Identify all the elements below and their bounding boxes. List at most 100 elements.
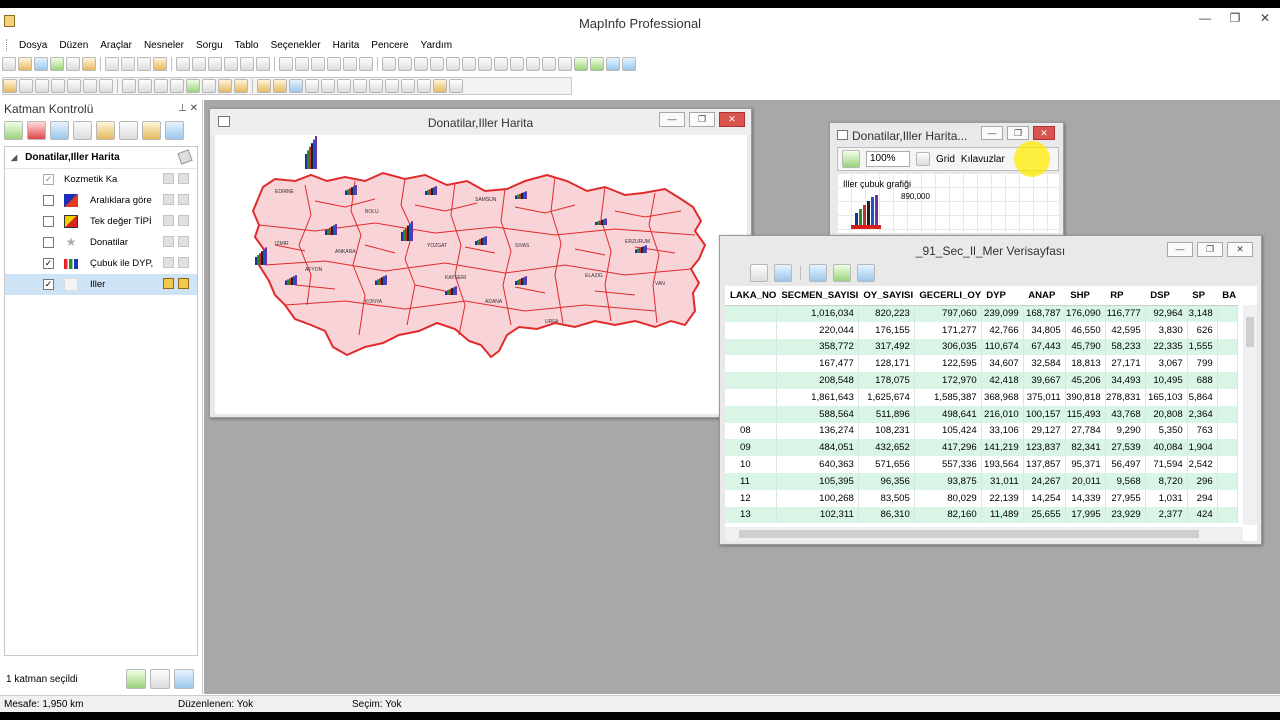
table-cell[interactable]: 100,268	[776, 489, 859, 507]
table-cell[interactable]: 110,674	[981, 338, 1024, 356]
table-cell[interactable]: 122,595	[914, 355, 982, 373]
table-cell[interactable]: 9,290	[1105, 422, 1146, 440]
table-cell[interactable]: 71,594	[1145, 456, 1188, 473]
table-cell[interactable]: 20,011	[1065, 472, 1106, 490]
table-cell[interactable]: 688	[1187, 372, 1218, 389]
table-cell[interactable]: 2,542	[1187, 456, 1218, 473]
text-tool-icon[interactable]	[510, 57, 524, 71]
table-cell[interactable]: 33,106	[981, 422, 1024, 440]
collapse-triangle-icon[interactable]: ◢	[11, 153, 17, 162]
table-cell[interactable]: 42,595	[1105, 321, 1146, 339]
table-cell[interactable]: 2,364	[1187, 405, 1218, 423]
table-cell[interactable]: 95,371	[1065, 456, 1106, 473]
layer-control-icon[interactable]	[257, 79, 271, 93]
unselect-all-icon[interactable]	[83, 79, 97, 93]
table-cell[interactable]: 511,896	[858, 405, 915, 423]
table-cell[interactable]: 1,625,674	[858, 388, 915, 406]
table-cell[interactable]: 820,223	[858, 305, 915, 322]
table-cell[interactable]: 17,995	[1065, 506, 1106, 524]
find-icon[interactable]	[433, 79, 447, 93]
paste-icon[interactable]	[240, 57, 254, 71]
layer-style-icon[interactable]	[119, 120, 138, 140]
map-canvas[interactable]: EDIRNE BOLU SAMSUN ANKARA YOZGAT SIVAS ERZUR…	[215, 135, 747, 414]
layer-settings-icon[interactable]	[150, 669, 170, 689]
table-cell[interactable]: 105,424	[914, 422, 982, 440]
table-row[interactable]: 13 102,311 86,310 82,160 11,489 25,655 17,995 2…	[725, 506, 1238, 524]
table-cell[interactable]	[1217, 422, 1238, 440]
table-cell[interactable]: 763	[1187, 422, 1218, 440]
menu-yardim[interactable]: Yardım	[415, 40, 459, 51]
close-button[interactable]: ✕	[1250, 8, 1280, 28]
region-style-icon[interactable]	[606, 57, 620, 71]
browser-titlebar[interactable]: _91_Sec_Il_Mer Verisayfası — ❐ ✕	[720, 236, 1261, 264]
table-cell[interactable]: 1,585,387	[914, 388, 982, 406]
add-layer-icon[interactable]	[4, 120, 23, 140]
table-cell[interactable]: 484,051	[776, 439, 859, 457]
new-browser-icon[interactable]	[279, 57, 293, 71]
table-cell[interactable]: 56,497	[1105, 456, 1146, 473]
print-icon[interactable]	[137, 57, 151, 71]
table-row[interactable]: 1,861,643 1,625,674 1,585,387 368,968 375,01…	[725, 388, 1238, 406]
table-cell[interactable]: 220,044	[776, 321, 859, 339]
help-icon[interactable]	[174, 669, 194, 689]
editable-icon[interactable]	[163, 215, 174, 226]
table-cell[interactable]	[1217, 506, 1238, 524]
table-cell[interactable]: 176,155	[858, 321, 915, 339]
polygon-icon[interactable]	[446, 57, 460, 71]
table-cell[interactable]: 24,267	[1023, 472, 1066, 490]
layer-properties-icon[interactable]	[96, 120, 115, 140]
print-preview-icon[interactable]	[153, 57, 167, 71]
table-cell[interactable]: 640,363	[776, 456, 859, 473]
undo-icon[interactable]	[256, 57, 270, 71]
new-redistrict-icon[interactable]	[343, 57, 357, 71]
table-cell[interactable]: 588,564	[776, 405, 859, 423]
line-style-icon[interactable]	[590, 57, 604, 71]
table-cell[interactable]: 432,652	[858, 439, 915, 457]
table-cell[interactable]: 137,857	[1023, 456, 1066, 473]
table-cell[interactable]: 29,127	[1023, 422, 1066, 440]
table-row[interactable]: 358,772 317,492 306,035 110,674 67,443 45,790…	[725, 338, 1238, 356]
table-cell[interactable]: 1,861,643	[776, 388, 859, 406]
column-header[interactable]: ANAP	[1023, 286, 1066, 306]
table-cell[interactable]	[1217, 388, 1238, 406]
graph-minimize-button[interactable]: —	[981, 126, 1003, 140]
table-cell[interactable]: 172,970	[914, 372, 982, 389]
table-cell[interactable]: 18,813	[1065, 355, 1106, 373]
new-layout-icon[interactable]	[327, 57, 341, 71]
table-row[interactable]: 208,548 178,075 172,970 42,418 39,667 45,206 3…	[725, 372, 1238, 389]
table-cell[interactable]: 358,772	[776, 338, 859, 356]
open-web-icon[interactable]	[66, 57, 80, 71]
table-cell[interactable]: 12	[725, 489, 777, 507]
save-copy-icon[interactable]	[121, 57, 135, 71]
menu-araclar[interactable]: Araçlar	[94, 40, 138, 51]
table-cell[interactable]: 1,031	[1145, 489, 1188, 507]
table-cell[interactable]	[1217, 439, 1238, 457]
text-style-icon[interactable]	[622, 57, 636, 71]
open-dbms-icon[interactable]	[50, 57, 64, 71]
table-cell[interactable]: 08	[725, 422, 777, 440]
drag-map-icon[interactable]	[353, 79, 367, 93]
table-cell[interactable]: 115,493	[1065, 405, 1106, 423]
table-cell[interactable]	[725, 388, 777, 406]
table-cell[interactable]: 14,339	[1065, 489, 1106, 507]
table-row[interactable]: 08 136,274 108,231 105,424 33,106 29,127 27,78…	[725, 422, 1238, 440]
table-cell[interactable]: 93,875	[914, 472, 982, 490]
table-cell[interactable]	[725, 338, 777, 356]
table-cell[interactable]: 82,160	[914, 506, 982, 524]
table-cell[interactable]: 27,955	[1105, 489, 1146, 507]
label-icon[interactable]	[178, 215, 189, 226]
radius-select-icon[interactable]	[35, 79, 49, 93]
table-cell[interactable]: 167,477	[776, 355, 859, 373]
table-cell[interactable]: 27,539	[1105, 439, 1146, 457]
hotlink-icon[interactable]	[202, 79, 216, 93]
layer-options-icon[interactable]	[165, 120, 184, 140]
table-cell[interactable]	[725, 372, 777, 389]
table-cell[interactable]: 83,505	[858, 489, 915, 507]
editable-icon[interactable]	[163, 257, 174, 268]
table-cell[interactable]: 141,219	[981, 439, 1024, 457]
add-node-icon[interactable]	[558, 57, 572, 71]
reshape-icon[interactable]	[542, 57, 556, 71]
table-cell[interactable]: 80,029	[914, 489, 982, 507]
frame-icon[interactable]	[526, 57, 540, 71]
table-cell[interactable]: 100,157	[1023, 405, 1066, 423]
